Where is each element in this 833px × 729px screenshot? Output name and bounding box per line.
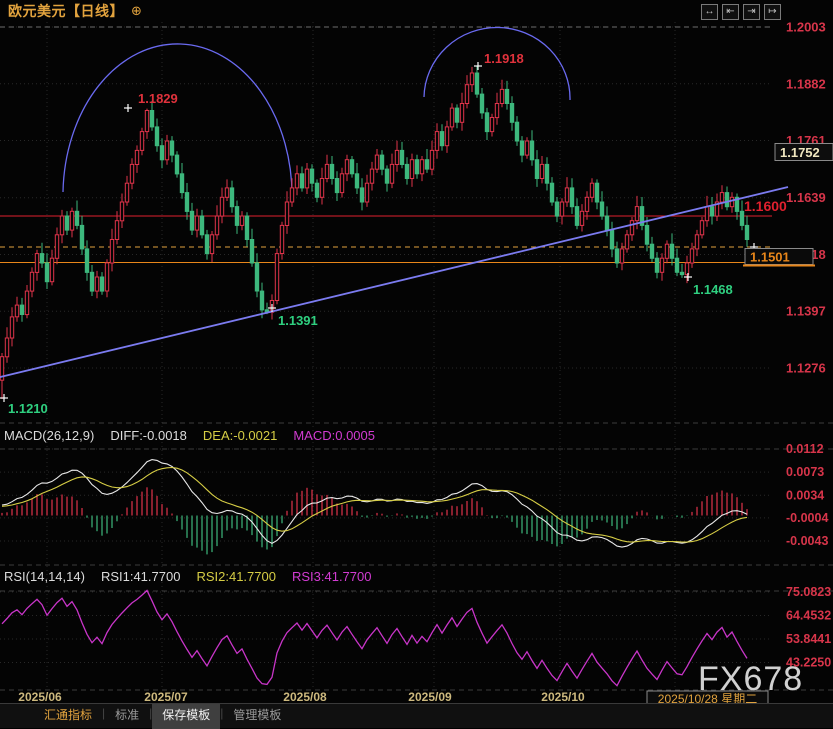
svg-text:1.1501: 1.1501 xyxy=(750,250,790,265)
tab-管理模板[interactable]: 管理模板 xyxy=(223,704,291,729)
last-price-box: 1.1752 xyxy=(775,144,833,161)
price-annotation: 1.1210 xyxy=(8,401,48,416)
macd-diff-value: DIFF:-0.0018 xyxy=(110,428,187,443)
rsi-line xyxy=(2,591,747,686)
svg-text:-0.0043: -0.0043 xyxy=(786,534,828,548)
chart-header: 欧元美元【日线】 ⊕ ↔⇤⇥↦ xyxy=(0,0,833,22)
pan-icon[interactable]: ↔ xyxy=(701,4,718,20)
macd-diff-line xyxy=(2,460,747,547)
tab-汇通指标[interactable]: 汇通指标 xyxy=(34,704,102,729)
rsi-title: RSI(14,14,14) xyxy=(4,569,85,584)
rsi2-value: RSI2:41.7700 xyxy=(196,569,276,584)
macd-title: MACD(26,12,9) xyxy=(4,428,94,443)
scroll-right-icon[interactable]: ⇥ xyxy=(743,4,760,20)
price-annotation: 1.1468 xyxy=(693,282,733,297)
svg-text:0.0034: 0.0034 xyxy=(786,488,824,502)
tab-保存模板[interactable]: 保存模板 xyxy=(152,704,220,729)
support-price-box: 1.1501 xyxy=(743,249,815,266)
svg-text:1.1397: 1.1397 xyxy=(786,304,826,319)
x-axis-labels: 2025/06 2025/07 2025/08 2025/09 2025/10 xyxy=(18,690,585,704)
resistance-label: 1.1600 xyxy=(744,198,787,214)
svg-text:53.8441: 53.8441 xyxy=(786,632,831,646)
svg-text:2025/08: 2025/08 xyxy=(283,690,327,704)
macd-histogram xyxy=(2,487,747,554)
svg-text:0.0112: 0.0112 xyxy=(786,442,824,456)
add-indicator-icon[interactable]: ⊕ xyxy=(131,3,142,19)
rsi3-value: RSI3:41.7700 xyxy=(292,569,372,584)
svg-text:64.4532: 64.4532 xyxy=(786,609,831,623)
macd-y-axis-labels: 0.0112 0.0073 0.0034 -0.0004 -0.0043 xyxy=(786,442,828,548)
svg-text:2025/09: 2025/09 xyxy=(408,690,452,704)
macd-hist-value: MACD:0.0005 xyxy=(293,428,375,443)
chart-canvas[interactable]: 1.1600 1.1829 1.1918 1.1391 1.1468 1.1210 1.20… xyxy=(0,0,833,718)
chart-application: 1.1600 1.1829 1.1918 1.1391 1.1468 1.1210 1.20… xyxy=(0,0,833,718)
footer-tab-bar: 汇通指标|标准|保存模板|管理模板 xyxy=(0,703,833,728)
svg-text:2025/10: 2025/10 xyxy=(541,690,585,704)
svg-text:1.1276: 1.1276 xyxy=(786,361,826,376)
svg-text:75.0823: 75.0823 xyxy=(786,585,831,599)
gridlines xyxy=(0,22,772,690)
arc-drawing xyxy=(63,44,292,200)
svg-text:0.0073: 0.0073 xyxy=(786,465,824,479)
panel-dividers xyxy=(0,423,833,690)
rsi1-value: RSI1:41.7700 xyxy=(101,569,181,584)
main-y-axis-labels: 1.20031.18821.17611.16391.15181.13971.12… xyxy=(786,20,826,376)
rsi-y-axis-labels: 75.082364.453253.844143.2250 xyxy=(786,585,831,670)
macd-dea-line xyxy=(2,468,747,543)
scroll-left-icon[interactable]: ⇤ xyxy=(722,4,739,20)
svg-text:-0.0004: -0.0004 xyxy=(786,511,828,525)
jump-to-latest-icon[interactable]: ↦ xyxy=(764,4,781,20)
macd-label-row: MACD(26,12,9) DIFF:-0.0018 DEA:-0.0021 M… xyxy=(4,428,375,443)
price-annotation: 1.1918 xyxy=(484,51,524,66)
svg-text:1.1639: 1.1639 xyxy=(786,190,826,205)
price-annotation: 1.1829 xyxy=(138,91,178,106)
fx678-watermark: FX678 xyxy=(698,660,803,699)
rsi-label-row: RSI(14,14,14) RSI1:41.7700 RSI2:41.7700 … xyxy=(4,569,371,584)
price-annotation: 1.1391 xyxy=(278,313,318,328)
svg-text:1.1882: 1.1882 xyxy=(786,76,826,91)
anchor-marks[interactable] xyxy=(0,62,758,402)
svg-text:2025/06: 2025/06 xyxy=(18,690,62,704)
svg-text:1.1752: 1.1752 xyxy=(780,145,820,160)
symbol-title: 欧元美元【日线】 xyxy=(8,1,124,21)
tab-标准[interactable]: 标准 xyxy=(105,704,149,729)
svg-text:2025/07: 2025/07 xyxy=(144,690,188,704)
macd-dea-value: DEA:-0.0021 xyxy=(203,428,277,443)
chart-toolbar: ↔⇤⇥↦ xyxy=(701,4,781,20)
